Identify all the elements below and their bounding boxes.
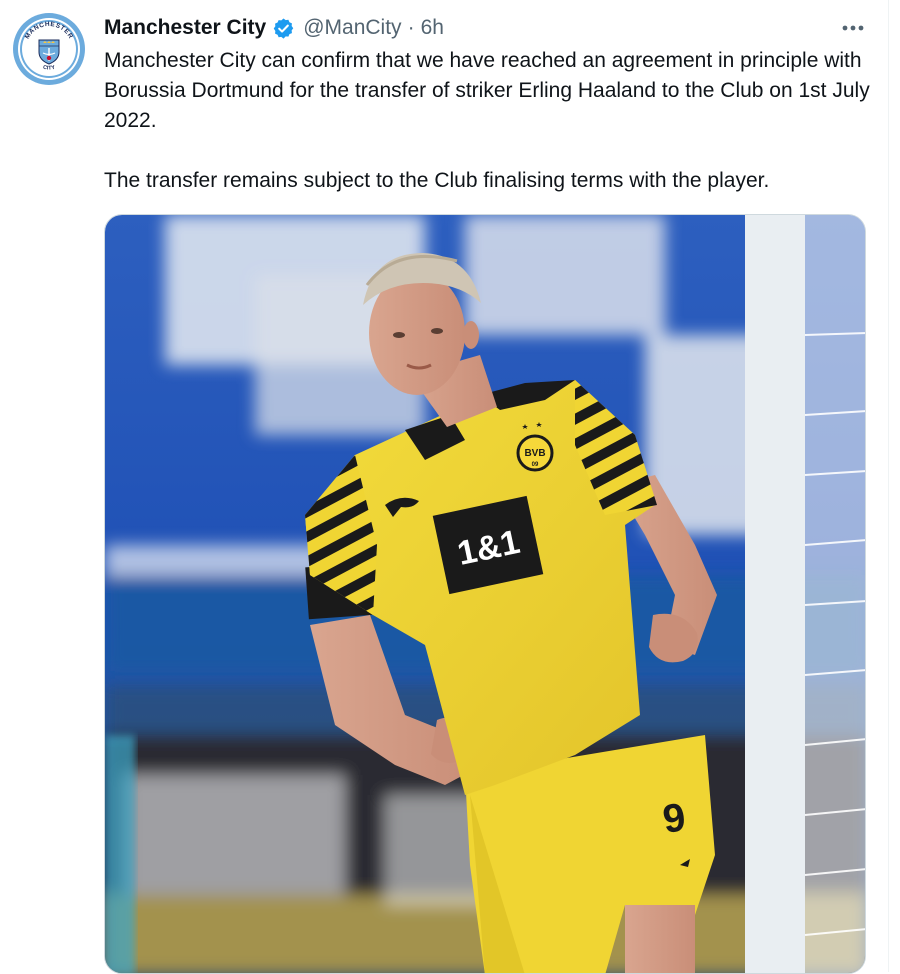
avatar[interactable]: MANCHESTER CITY <box>12 12 86 86</box>
svg-text:CITY: CITY <box>42 65 56 72</box>
tweet-timestamp[interactable]: 6h <box>421 16 444 40</box>
tweet-header: Manchester City @ManCity · 6h <box>104 14 444 42</box>
tweet[interactable]: MANCHESTER CITY Manchester City @ManCity… <box>0 0 900 974</box>
more-options-icon <box>842 25 864 31</box>
tweet-paragraph: The transfer remains subject to the Club… <box>104 169 770 192</box>
player-photo: 9 1&1 BVB 09 <box>105 215 865 973</box>
divider <box>888 0 889 972</box>
tweet-media-photo[interactable]: 9 1&1 BVB 09 <box>104 214 866 974</box>
verified-badge-icon <box>272 17 295 40</box>
crest-bottom-text: CITY <box>42 65 56 72</box>
manchester-city-crest-icon: MANCHESTER CITY <box>13 13 85 85</box>
separator-dot: · <box>407 16 415 39</box>
tweet-text: Manchester City can confirm that we have… <box>104 46 874 196</box>
account-name[interactable]: Manchester City <box>104 16 266 40</box>
more-options-button[interactable] <box>836 14 870 42</box>
crest-subtext: 09 <box>532 462 539 468</box>
tweet-paragraph: Manchester City can confirm that we have… <box>104 49 870 132</box>
crest-text: BVB <box>524 448 545 459</box>
account-handle[interactable]: @ManCity <box>303 16 401 40</box>
